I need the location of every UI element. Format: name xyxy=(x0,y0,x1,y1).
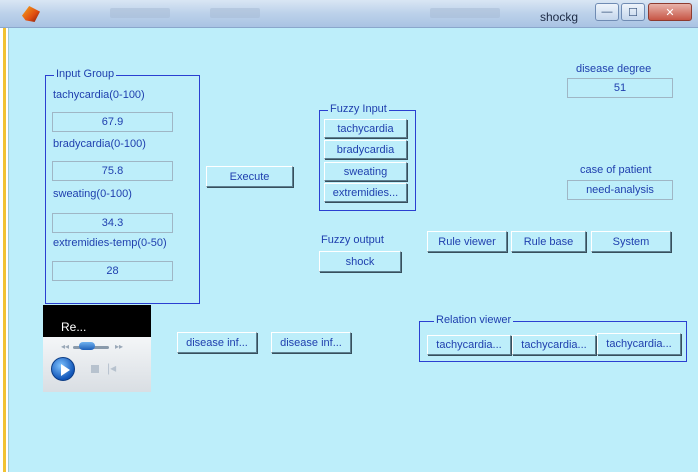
disease-info-button-2[interactable]: disease inf... xyxy=(271,332,351,353)
title-bar[interactable]: shockg — ☐ ✕ xyxy=(0,0,698,28)
rewind-icon[interactable]: ◂◂ xyxy=(61,342,69,351)
input-group-panel: Input Group tachycardia(0-100) 67.9 brad… xyxy=(45,68,200,304)
fuzzy-output-label: Fuzzy output xyxy=(321,234,384,246)
case-of-patient-label: case of patient xyxy=(580,164,652,176)
fuzzy-input-bradycardia-button[interactable]: bradycardia xyxy=(324,140,407,159)
relation-viewer-panel: Relation viewer tachycardia... tachycard… xyxy=(419,314,687,362)
input-group-title: Input Group xyxy=(54,68,117,80)
fuzzy-input-title: Fuzzy Input xyxy=(328,103,389,115)
execute-button[interactable]: Execute xyxy=(206,166,293,187)
shock-output-button[interactable]: shock xyxy=(319,251,401,272)
maximize-icon: ☐ xyxy=(628,6,638,19)
sweating-label: sweating(0-100) xyxy=(53,188,132,200)
stop-icon[interactable] xyxy=(91,365,99,373)
matlab-icon xyxy=(22,6,40,22)
taskbar-blur-1 xyxy=(110,8,170,18)
disease-degree-label: disease degree xyxy=(576,63,652,75)
fuzzy-input-tachycardia-button[interactable]: tachycardia xyxy=(324,119,407,138)
figure-client-area: Input Group tachycardia(0-100) 67.9 brad… xyxy=(8,28,698,472)
rule-base-button[interactable]: Rule base xyxy=(511,231,586,252)
minimize-icon: — xyxy=(601,6,613,18)
seek-thumb[interactable] xyxy=(79,342,95,350)
fuzzy-input-extremities-button[interactable]: extremidies... xyxy=(324,183,407,202)
media-controls: ◂◂ ▸▸ |◂ xyxy=(43,337,151,392)
close-button[interactable]: ✕ xyxy=(648,3,692,21)
bradycardia-label: bradycardia(0-100) xyxy=(53,138,146,150)
media-player[interactable]: Re... ◂◂ ▸▸ |◂ xyxy=(43,305,151,392)
case-of-patient-field[interactable]: need-analysis xyxy=(567,180,673,200)
media-title: Re... xyxy=(61,320,87,334)
close-icon: ✕ xyxy=(665,6,675,19)
extremities-temp-label: extremidies-temp(0-50) xyxy=(53,237,167,249)
left-stripe-decoration xyxy=(3,28,6,472)
relation-tachycardia-button-2[interactable]: tachycardia... xyxy=(512,335,596,355)
tachycardia-field[interactable]: 67.9 xyxy=(52,112,173,132)
app-window: shockg — ☐ ✕ Input Group tachycardia(0-1… xyxy=(0,0,698,472)
bradycardia-field[interactable]: 75.8 xyxy=(52,161,173,181)
minimize-button[interactable]: — xyxy=(595,3,619,21)
forward-icon[interactable]: ▸▸ xyxy=(115,342,123,351)
rule-viewer-button[interactable]: Rule viewer xyxy=(427,231,507,252)
disease-info-button-1[interactable]: disease inf... xyxy=(177,332,257,353)
tachycardia-label: tachycardia(0-100) xyxy=(53,89,145,101)
fuzzy-input-sweating-button[interactable]: sweating xyxy=(324,162,407,181)
window-title: shockg xyxy=(540,10,579,24)
relation-viewer-title: Relation viewer xyxy=(434,314,514,326)
disease-degree-field[interactable]: 51 xyxy=(567,78,673,98)
extremities-temp-field[interactable]: 28 xyxy=(52,261,173,281)
relation-tachycardia-button-1[interactable]: tachycardia... xyxy=(427,335,511,355)
relation-tachycardia-button-3[interactable]: tachycardia... xyxy=(597,333,681,355)
system-button[interactable]: System xyxy=(591,231,671,252)
maximize-button[interactable]: ☐ xyxy=(621,3,645,21)
play-icon xyxy=(61,364,70,376)
sweating-field[interactable]: 34.3 xyxy=(52,213,173,233)
fuzzy-input-panel: Fuzzy Input tachycardia bradycardia swea… xyxy=(319,103,416,211)
taskbar-blur-2 xyxy=(210,8,260,18)
taskbar-blur-3 xyxy=(430,8,500,18)
play-button[interactable] xyxy=(51,357,75,381)
previous-icon[interactable]: |◂ xyxy=(107,361,116,375)
